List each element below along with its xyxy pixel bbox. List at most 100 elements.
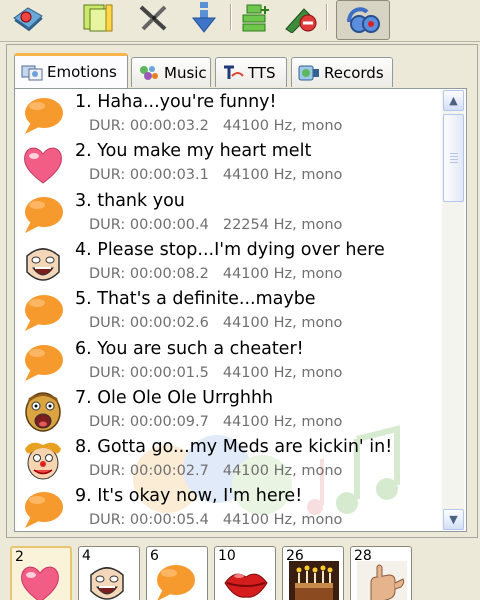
toolbar (0, 0, 480, 42)
sound-duration: DUR: 00:00:09.7 (89, 413, 209, 430)
laughing-face-icon (85, 561, 135, 600)
toolbar-separator (230, 4, 232, 30)
sound-title: 1. Haha...you're funny! (75, 92, 277, 112)
list-item[interactable]: 7. Ole Ole Ole Urrghhh DUR: 00:00:09.7 441… (17, 386, 441, 435)
tab-records-label: Records (324, 63, 384, 82)
sound-meta: DUR: 00:00:03.1 44100 Hz, mono (89, 167, 342, 183)
sound-format: 22254 Hz, mono (222, 216, 343, 233)
tts-tab-icon (222, 64, 244, 82)
sound-format: 44100 Hz, mono (222, 265, 343, 282)
sound-format: 44100 Hz, mono (222, 512, 343, 529)
sound-duration: DUR: 00:00:08.2 (89, 265, 209, 282)
tab-records[interactable]: Records (291, 57, 393, 87)
sound-duration: DUR: 00:00:01.5 (89, 364, 209, 381)
voice-changer-icon[interactable] (336, 0, 390, 40)
sound-duration: DUR: 00:00:03.2 (89, 118, 209, 134)
sound-format: 44100 Hz, mono (222, 364, 343, 381)
orange-speech-bubble-icon (21, 291, 65, 335)
scroll-up-arrow-icon[interactable]: ▲ (443, 90, 464, 111)
sound-format: 44100 Hz, mono (222, 167, 343, 184)
sound-title: 8. Gotta go...my Meds are kickin' in! (75, 437, 393, 458)
favorite-number: 28 (354, 548, 372, 564)
orange-speech-bubble-icon (153, 561, 203, 600)
favorites-bar: 2 4 6 10 26 28 (0, 542, 480, 600)
favorite-slot[interactable]: 4 (78, 546, 140, 600)
toolbar-separator (326, 4, 328, 30)
favorite-slot[interactable]: 10 (214, 546, 276, 600)
sound-title: 3. thank you (75, 190, 185, 211)
list-scrollbar[interactable]: ▲ ▼ (442, 90, 464, 530)
sound-title: 7. Ole Ole Ole Urrghhh (75, 387, 274, 408)
list-item[interactable]: 6. You are such a cheater! DUR: 00:00:01.… (17, 337, 441, 386)
sound-meta: DUR: 00:00:02.6 44100 Hz, mono (89, 315, 342, 331)
sound-meta: DUR: 00:00:03.2 44100 Hz, mono (89, 118, 342, 134)
tab-emotions-label: Emotions (47, 63, 117, 81)
add-to-list-icon[interactable] (236, 0, 276, 36)
sound-meta: DUR: 00:00:02.7 44100 Hz, mono (89, 463, 342, 479)
sound-title: 5. That's a definite...maybe (75, 289, 316, 310)
favorite-number: 26 (286, 548, 304, 564)
laughing-face-icon (21, 242, 65, 286)
sound-title: 4. Please stop...I'm dying over here (75, 239, 385, 260)
music-tab-icon (138, 64, 160, 82)
favorite-slot[interactable]: 26 (282, 546, 344, 600)
pink-heart-icon (21, 143, 65, 187)
sound-duration: DUR: 00:00:03.1 (89, 167, 209, 184)
tab-music-label: Music (164, 63, 207, 82)
clown-face-icon (21, 439, 65, 483)
cut-tools-icon[interactable] (134, 0, 174, 36)
red-lips-icon (221, 561, 271, 600)
tab-tts[interactable]: TTS (215, 57, 287, 87)
edit-delete-icon[interactable] (280, 0, 320, 36)
sound-meta: DUR: 00:00:09.7 44100 Hz, mono (89, 414, 342, 430)
list-item[interactable]: 8. Gotta go...my Meds are kickin' in! DUR… (17, 435, 441, 484)
favorite-number: 4 (82, 548, 91, 564)
birthday-cake-icon (289, 561, 339, 600)
list-item[interactable]: 9. It's okay now, I'm here! DUR: 00:00:05… (17, 484, 441, 531)
list-item[interactable]: 3. thank you DUR: 00:00:00.4 22254 Hz, mon… (17, 189, 441, 238)
favorite-number: 6 (150, 548, 159, 564)
hand-gesture-icon (357, 561, 407, 600)
sound-duration: DUR: 00:00:05.4 (89, 512, 209, 529)
emotions-tab-icon (21, 63, 43, 81)
pink-heart-icon (18, 562, 68, 600)
sound-duration: DUR: 00:00:02.6 (89, 315, 209, 332)
tab-music[interactable]: Music (131, 57, 211, 87)
sound-format: 44100 Hz, mono (222, 118, 343, 134)
sound-title: 9. It's okay now, I'm here! (75, 486, 303, 507)
sound-meta: DUR: 00:00:08.2 44100 Hz, mono (89, 266, 342, 282)
list-item[interactable]: 2. You make my heart melt DUR: 00:00:03.1… (17, 139, 441, 188)
list-item[interactable]: 4. Please stop...I'm dying over here DUR:… (17, 238, 441, 287)
sound-meta: DUR: 00:00:05.4 44100 Hz, mono (89, 512, 342, 528)
orange-speech-bubble-icon (21, 94, 65, 138)
favorite-slot[interactable]: 2 (10, 546, 72, 600)
list-item[interactable]: 5. That's a definite...maybe DUR: 00:00:0… (17, 287, 441, 336)
records-tab-icon (298, 64, 320, 82)
favorite-number: 2 (15, 549, 24, 565)
orange-speech-bubble-icon (21, 193, 65, 237)
tab-emotions[interactable]: Emotions (14, 53, 128, 88)
download-arrow-icon[interactable] (184, 0, 224, 36)
orange-speech-bubble-icon (21, 341, 65, 385)
sound-title: 6. You are such a cheater! (75, 338, 304, 359)
tab-tts-label: TTS (248, 63, 276, 82)
sound-duration: DUR: 00:00:02.7 (89, 463, 209, 480)
favorite-slot[interactable]: 28 (350, 546, 412, 600)
favorite-slot[interactable]: 6 (146, 546, 208, 600)
copy-sound-icon[interactable] (78, 0, 118, 36)
speech-config-icon[interactable] (8, 0, 48, 36)
emotions-panel: 1. Haha...you're funny! DUR: 00:00:03.2 44… (14, 88, 467, 532)
list-item[interactable]: 1. Haha...you're funny! DUR: 00:00:03.2 44… (17, 90, 441, 139)
sound-duration: DUR: 00:00:00.4 (89, 216, 209, 233)
sound-format: 44100 Hz, mono (222, 463, 343, 480)
sound-format: 44100 Hz, mono (222, 413, 343, 430)
favorite-number: 10 (218, 548, 236, 564)
sound-title: 2. You make my heart melt (75, 141, 312, 162)
scrollbar-thumb[interactable] (443, 114, 464, 202)
sound-meta: DUR: 00:00:01.5 44100 Hz, mono (89, 365, 342, 381)
orange-speech-bubble-icon (21, 488, 65, 531)
sound-meta: DUR: 00:00:00.4 22254 Hz, mono (89, 217, 342, 233)
scroll-down-arrow-icon[interactable]: ▼ (443, 509, 464, 530)
sound-list[interactable]: 1. Haha...you're funny! DUR: 00:00:03.2 44… (17, 89, 441, 531)
sound-format: 44100 Hz, mono (222, 315, 343, 332)
